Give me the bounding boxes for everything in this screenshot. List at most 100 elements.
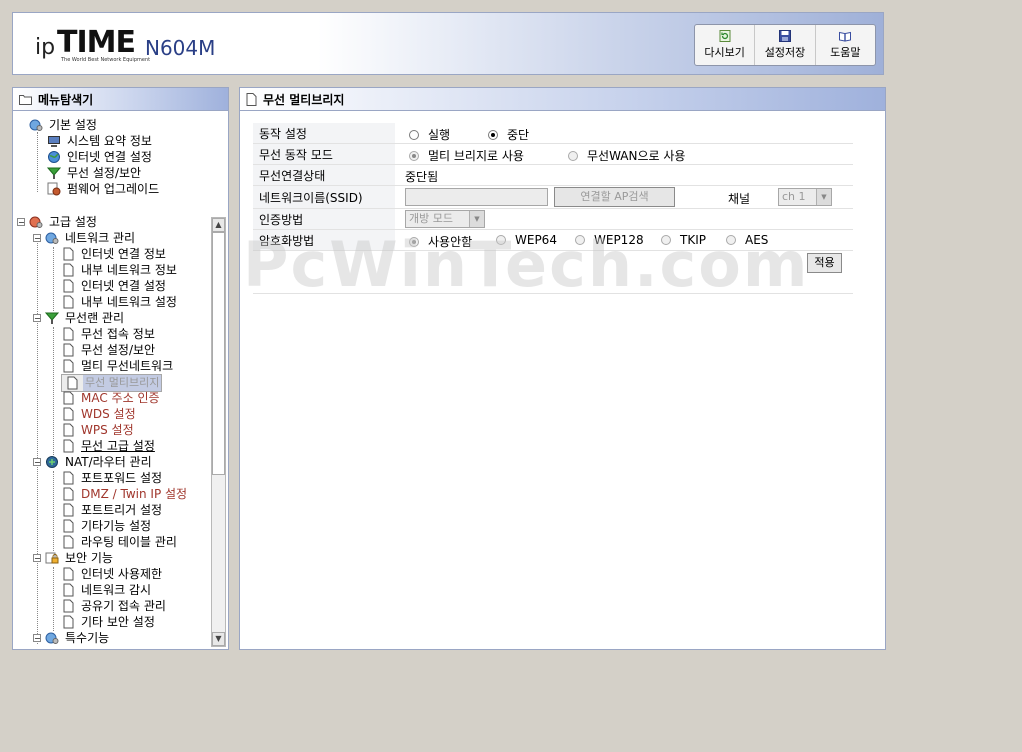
tree-item-other-security[interactable]: 기타 보안 설정 bbox=[61, 614, 157, 630]
collapse-toggle[interactable]: − bbox=[33, 458, 41, 467]
tree-item-internet-info[interactable]: 인터넷 연결 정보 bbox=[61, 246, 168, 262]
radio-enc-none[interactable]: 사용안함 bbox=[409, 233, 472, 250]
radio-stop[interactable]: 중단 bbox=[488, 126, 529, 143]
radio-enc-aes-dot[interactable] bbox=[726, 235, 736, 245]
tree-item-wireless-security-adv[interactable]: 무선 설정/보안 bbox=[61, 342, 157, 358]
menu-scrollbar[interactable]: ▲ ▼ bbox=[211, 217, 226, 647]
tree-item-wps[interactable]: WPS 설정 bbox=[61, 422, 136, 438]
tree-item-network-monitor[interactable]: 네트워크 감시 bbox=[61, 582, 153, 598]
tree-line bbox=[37, 234, 38, 644]
tree-group-wireless[interactable]: 무선랜 관리 bbox=[45, 310, 126, 326]
row-auth: 인증방법 개방 모드 ▼ bbox=[253, 209, 853, 230]
tree-basic-settings[interactable]: 기본 설정 bbox=[29, 117, 99, 133]
tree-advanced-label: 고급 설정 bbox=[49, 215, 97, 229]
tree-item-misc-features[interactable]: 기타기능 설정 bbox=[61, 518, 153, 534]
save-icon bbox=[778, 30, 791, 42]
scroll-up-button[interactable]: ▲ bbox=[212, 218, 225, 232]
tree-item-port-forward[interactable]: 포트포워드 설정 bbox=[61, 470, 164, 486]
collapse-toggle[interactable]: − bbox=[33, 554, 41, 563]
radio-enc-wep128[interactable]: WEP128 bbox=[575, 233, 644, 247]
radio-wireless-wan-label: 무선WAN으로 사용 bbox=[587, 149, 686, 163]
tree-group-label: 네트워크 관리 bbox=[65, 231, 136, 245]
tree-item-wds[interactable]: WDS 설정 bbox=[61, 406, 138, 422]
tree-item-label: 네트워크 감시 bbox=[81, 583, 152, 597]
tree-group-network[interactable]: 네트워크 관리 bbox=[45, 230, 137, 246]
tree-item-firmware-upgrade[interactable]: 펌웨어 업그레이드 bbox=[47, 181, 161, 197]
ssid-label: 네트워크이름(SSID) bbox=[253, 186, 395, 208]
row-wireless-mode: 무선 동작 모드 멀티 브리지로 사용 무선WAN으로 사용 bbox=[253, 144, 853, 165]
globe-icon bbox=[48, 151, 60, 163]
page-icon bbox=[63, 503, 74, 517]
channel-select[interactable]: ch 1 ▼ bbox=[778, 188, 832, 206]
help-button[interactable]: 도움말 bbox=[816, 25, 875, 65]
search-ap-button[interactable]: 연결할 AP검색 bbox=[554, 187, 675, 207]
scroll-thumb[interactable] bbox=[212, 232, 225, 475]
collapse-toggle[interactable]: − bbox=[33, 234, 41, 243]
ssid-input[interactable] bbox=[405, 188, 548, 206]
tree-item-router-access[interactable]: 공유기 접속 관리 bbox=[61, 598, 168, 614]
page-icon bbox=[63, 327, 74, 341]
radio-stop-dot[interactable] bbox=[488, 129, 498, 140]
collapse-toggle[interactable]: − bbox=[17, 218, 25, 227]
tree-item-mac-auth[interactable]: MAC 주소 인증 bbox=[61, 390, 162, 406]
tree-group-special[interactable]: 특수기능 bbox=[45, 630, 111, 646]
tree-item-label: 포트포워드 설정 bbox=[81, 471, 163, 485]
radio-wireless-wan[interactable]: 무선WAN으로 사용 bbox=[568, 147, 685, 164]
tree-item-label: 무선 고급 설정 bbox=[81, 439, 155, 453]
tree-item-internet-setup[interactable]: 인터넷 연결 설정 bbox=[47, 149, 154, 165]
collapse-toggle[interactable]: − bbox=[33, 634, 41, 643]
save-settings-button[interactable]: 설정저장 bbox=[755, 25, 816, 65]
chevron-down-icon: ▼ bbox=[469, 211, 484, 227]
radio-wireless-wan-dot[interactable] bbox=[568, 150, 578, 161]
radio-multibridge-dot[interactable] bbox=[409, 150, 419, 161]
radio-enc-wep64[interactable]: WEP64 bbox=[496, 233, 557, 247]
apply-button[interactable]: 적용 bbox=[807, 253, 842, 273]
content-panel: 무선 멀티브리지 동작 설정 실행 중단 무선 동작 모드 멀티 브리지로 사용… bbox=[239, 87, 886, 650]
tree-advanced-settings[interactable]: 고급 설정 bbox=[29, 214, 99, 230]
tree-group-nat[interactable]: NAT/라우터 관리 bbox=[45, 454, 154, 470]
radio-enc-tkip[interactable]: TKIP bbox=[661, 233, 706, 247]
tree-item-internet-setup-adv[interactable]: 인터넷 연결 설정 bbox=[61, 278, 168, 294]
tree-item-label: 무선 설정/보안 bbox=[67, 166, 142, 180]
radio-enc-tkip-dot[interactable] bbox=[661, 235, 671, 245]
channel-value: ch 1 bbox=[782, 190, 806, 203]
tree-group-security[interactable]: 보안 기능 bbox=[45, 550, 115, 566]
tree-group-label: 보안 기능 bbox=[65, 551, 113, 565]
radio-enc-aes-label: AES bbox=[745, 233, 769, 247]
tree-item-routing-table[interactable]: 라우팅 테이블 관리 bbox=[61, 534, 179, 550]
collapse-toggle[interactable]: − bbox=[33, 314, 41, 323]
tree-item-label: 내부 네트워크 설정 bbox=[81, 295, 177, 309]
tree-item-port-trigger[interactable]: 포트트리거 설정 bbox=[61, 502, 164, 518]
scroll-down-button[interactable]: ▼ bbox=[212, 632, 225, 646]
connection-status-value: 중단됨 bbox=[405, 170, 439, 184]
tree-item-lan-info[interactable]: 내부 네트워크 정보 bbox=[61, 262, 179, 278]
tree-item-dmz[interactable]: DMZ / Twin IP 설정 bbox=[61, 486, 189, 502]
wireless-icon bbox=[45, 312, 59, 324]
radio-run[interactable]: 실행 bbox=[409, 126, 450, 143]
tree-item-wireless-info[interactable]: 무선 접속 정보 bbox=[61, 326, 157, 342]
page-icon bbox=[63, 247, 74, 261]
radio-multibridge[interactable]: 멀티 브리지로 사용 bbox=[409, 147, 524, 164]
tree-item-system-summary[interactable]: 시스템 요약 정보 bbox=[47, 133, 154, 149]
router-icon bbox=[46, 456, 58, 468]
tree-item-wireless-advanced[interactable]: 무선 고급 설정 bbox=[61, 438, 157, 454]
page-icon bbox=[63, 615, 74, 629]
tree-item-label: 멀티 무선네트워크 bbox=[81, 359, 174, 373]
radio-enc-wep128-dot[interactable] bbox=[575, 235, 585, 245]
tree-group-label: NAT/라우터 관리 bbox=[65, 455, 152, 469]
radio-enc-wep64-dot[interactable] bbox=[496, 235, 506, 245]
radio-enc-none-dot[interactable] bbox=[409, 236, 419, 247]
auth-select[interactable]: 개방 모드 ▼ bbox=[405, 210, 485, 228]
refresh-button[interactable]: 다시보기 bbox=[695, 25, 756, 65]
tree-item-wireless-security[interactable]: 무선 설정/보안 bbox=[47, 165, 143, 181]
tree-item-lan-setup[interactable]: 내부 네트워크 설정 bbox=[61, 294, 179, 310]
tree-item-multi-ssid[interactable]: 멀티 무선네트워크 bbox=[61, 358, 175, 374]
tree-item-label: 포트트리거 설정 bbox=[81, 503, 163, 517]
firmware-gear-icon bbox=[47, 182, 61, 196]
radio-run-label: 실행 bbox=[428, 128, 451, 142]
radio-run-dot[interactable] bbox=[409, 129, 419, 140]
tree-item-internet-restriction[interactable]: 인터넷 사용제한 bbox=[61, 566, 164, 582]
tree-item-label: 인터넷 연결 설정 bbox=[67, 150, 152, 164]
radio-enc-aes[interactable]: AES bbox=[726, 233, 768, 247]
page-icon bbox=[63, 343, 74, 357]
